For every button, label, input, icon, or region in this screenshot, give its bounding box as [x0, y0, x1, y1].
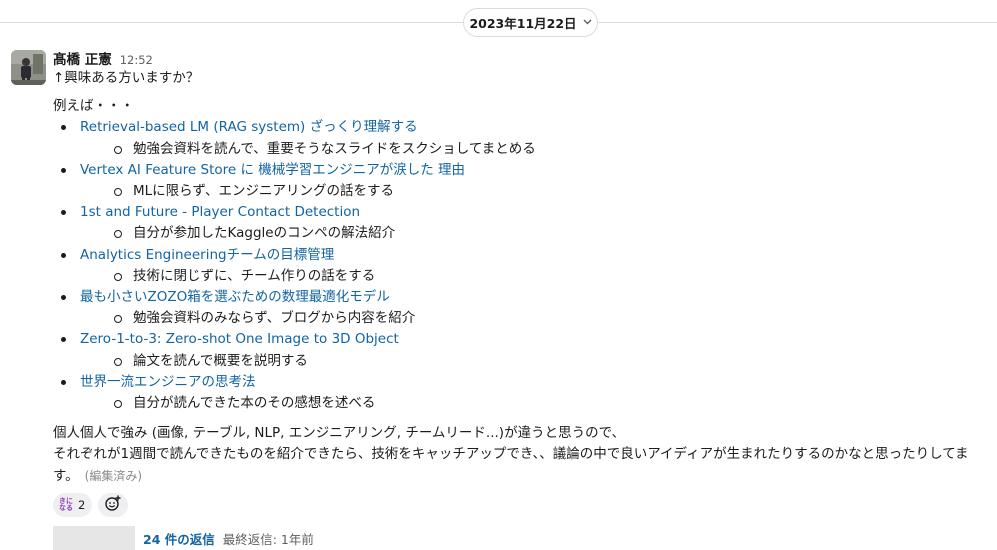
- reply-count-link[interactable]: 24 件の返信: [143, 529, 215, 548]
- reaction-count: 2: [78, 497, 86, 512]
- item-note: 論文を読んで概要を説明する: [80, 351, 983, 372]
- list-item: Vertex AI Feature Store に 機械学習エンジニアが涙した …: [53, 160, 983, 202]
- reaction-kininaru[interactable]: きに なる 2: [53, 492, 93, 517]
- list-item: Zero-1-to-3: Zero-shot One Image to 3D O…: [53, 329, 983, 371]
- item-note: 勉強会資料を読んで、重要そうなスライドをスクショしてまとめる: [80, 139, 983, 160]
- paragraph-line: それぞれが1週間で読んできたものを紹介できたら、技術をキャッチアップでき、、議論…: [53, 446, 969, 463]
- add-reaction-button[interactable]: [98, 492, 129, 517]
- item-note: 勉強会資料のみならず、ブログから内容を紹介: [80, 308, 983, 329]
- item-note: 技術に閉じずに、チーム作りの話をする: [80, 266, 983, 287]
- item-link[interactable]: 1st and Future - Player Contact Detectio…: [80, 204, 360, 220]
- item-link[interactable]: Retrieval-based LM (RAG system) ざっくり理解する: [80, 119, 418, 135]
- thread-summary[interactable]: 24 件の返信 最終返信: 1年前: [53, 525, 983, 550]
- item-link[interactable]: 世界一流エンジニアの思考法: [80, 374, 256, 390]
- timestamp[interactable]: 12:52: [120, 53, 153, 67]
- author-name[interactable]: 髙橋 正憲: [53, 48, 112, 68]
- edited-label: (編集済み): [84, 468, 143, 483]
- thread-avatars: [53, 525, 135, 550]
- message-line: ↑興味ある方いますか？: [53, 70, 200, 86]
- item-note: MLに限らず、エンジニアリングの話をする: [80, 181, 983, 202]
- emoji-text-bottom: なる: [59, 503, 73, 512]
- item-link[interactable]: Vertex AI Feature Store に 機械学習エンジニアが涙した …: [80, 162, 465, 178]
- paragraph-line: 個人個人で強み (画像, テーブル, NLP, エンジニアリング, チームリード…: [53, 425, 626, 442]
- paragraph-end: す。: [53, 467, 79, 484]
- list-item: 最も小さいZOZO箱を選ぶための数理最適化モデル 勉強会資料のみならず、ブログか…: [53, 287, 983, 329]
- list-item: Analytics Engineeringチームの目標管理 技術に閉じずに、チー…: [53, 245, 983, 287]
- list-item: 世界一流エンジニアの思考法 自分が読んできた本のその感想を述べる: [53, 372, 983, 414]
- last-reply-time: 最終返信: 1年前: [222, 532, 314, 548]
- item-link[interactable]: Zero-1-to-3: Zero-shot One Image to 3D O…: [80, 331, 399, 347]
- avatar[interactable]: [11, 50, 46, 85]
- reactions-bar: きに なる 2: [53, 492, 983, 517]
- item-note: 自分が読んできた本のその感想を述べる: [80, 393, 983, 414]
- item-note: 自分が参加したKaggleのコンペの解法紹介: [80, 223, 983, 244]
- message: 髙橋 正憲 12:52 ↑興味ある方いますか？ 例えば・・・ Retrieval…: [53, 48, 983, 550]
- example-intro: 例えば・・・: [53, 98, 134, 115]
- date-divider-button[interactable]: 2023年11月22日: [463, 8, 598, 37]
- example-list: Retrieval-based LM (RAG system) ざっくり理解する…: [53, 117, 983, 414]
- item-link[interactable]: Analytics Engineeringチームの目標管理: [80, 247, 334, 263]
- date-label: 2023年11月22日: [469, 16, 577, 31]
- add-reaction-icon: [104, 494, 122, 516]
- list-item: Retrieval-based LM (RAG system) ざっくり理解する…: [53, 117, 983, 159]
- paragraph-line: す。 (編集済み): [53, 466, 983, 487]
- kininaru-emoji-icon: きに なる: [57, 496, 75, 514]
- message-header: 髙橋 正憲 12:52: [53, 48, 983, 68]
- item-link[interactable]: 最も小さいZOZO箱を選ぶための数理最適化モデル: [80, 289, 390, 305]
- list-item: 1st and Future - Player Contact Detectio…: [53, 202, 983, 244]
- chevron-down-icon: [583, 18, 592, 28]
- message-paragraph: 個人個人で強み (画像, テーブル, NLP, エンジニアリング, チームリード…: [53, 423, 983, 487]
